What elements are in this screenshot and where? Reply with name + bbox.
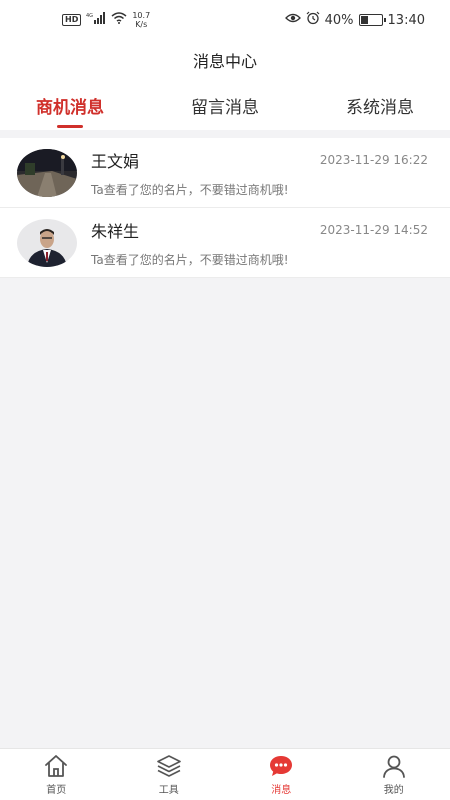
nav-mine[interactable]: 我的	[338, 749, 450, 800]
nav-mine-label: 我的	[383, 785, 404, 796]
message-time: 2023-11-29 14:52	[319, 222, 428, 237]
alarm-icon	[306, 11, 320, 29]
chat-icon	[270, 756, 293, 776]
avatar	[17, 218, 77, 267]
hd-badge: HD	[62, 14, 82, 26]
network-speed: 10.7 K/s	[132, 11, 151, 29]
nav-messages-label: 消息	[271, 785, 292, 796]
layers-icon	[156, 755, 181, 777]
status-left: HD 4G 10.7 K/s	[62, 11, 150, 29]
signal-icon: 4G	[86, 12, 106, 28]
nav-home-label: 首页	[46, 785, 67, 796]
message-list: 王文娟 2023-11-29 16:22 Ta查看了您的名片，不要错过商机哦! …	[0, 138, 450, 278]
sender-name: 朱祥生	[91, 221, 140, 241]
message-info: 朱祥生 2023-11-29 14:52 Ta查看了您的名片，不要错过商机哦!	[91, 218, 428, 268]
status-right: 40% 13:40	[284, 11, 425, 29]
message-info: 王文娟 2023-11-29 16:22 Ta查看了您的名片，不要错过商机哦!	[91, 148, 428, 198]
eye-icon	[284, 12, 301, 28]
home-icon	[45, 755, 68, 777]
sender-name: 王文娟	[91, 151, 140, 171]
battery-percent: 40%	[324, 12, 354, 28]
tab-comment-messages[interactable]: 留言消息	[191, 80, 259, 130]
page-title: 消息中心	[192, 52, 257, 71]
message-time: 2023-11-29 16:22	[319, 152, 428, 167]
bottom-nav: 首页 工具 消息 我的	[0, 748, 450, 800]
nav-tools[interactable]: 工具	[113, 749, 226, 800]
wifi-icon	[111, 12, 127, 28]
avatar	[17, 148, 77, 197]
nav-home[interactable]: 首页	[0, 749, 113, 800]
message-text: Ta查看了您的名片，不要错过商机哦!	[91, 182, 289, 197]
network-label: 4G	[86, 13, 93, 19]
message-text: Ta查看了您的名片，不要错过商机哦!	[91, 252, 289, 267]
nav-tools-label: 工具	[158, 785, 179, 796]
nav-messages[interactable]: 消息	[225, 749, 338, 800]
message-row[interactable]: 王文娟 2023-11-29 16:22 Ta查看了您的名片，不要错过商机哦!	[0, 138, 450, 208]
clock-time: 13:40	[387, 12, 425, 28]
top-header: HD 4G 10.7 K/s 40% 13:40 消息中心 商机消息 留言消息 …	[0, 0, 450, 130]
status-bar: HD 4G 10.7 K/s 40% 13:40	[0, 0, 450, 40]
tab-system-messages[interactable]: 系统消息	[346, 80, 414, 130]
tab-business-messages[interactable]: 商机消息	[36, 80, 104, 130]
user-icon	[382, 755, 405, 778]
message-row[interactable]: 朱祥生 2023-11-29 14:52 Ta查看了您的名片，不要错过商机哦!	[0, 208, 450, 278]
tab-bar: 商机消息 留言消息 系统消息	[0, 80, 450, 130]
battery-icon	[358, 14, 386, 26]
